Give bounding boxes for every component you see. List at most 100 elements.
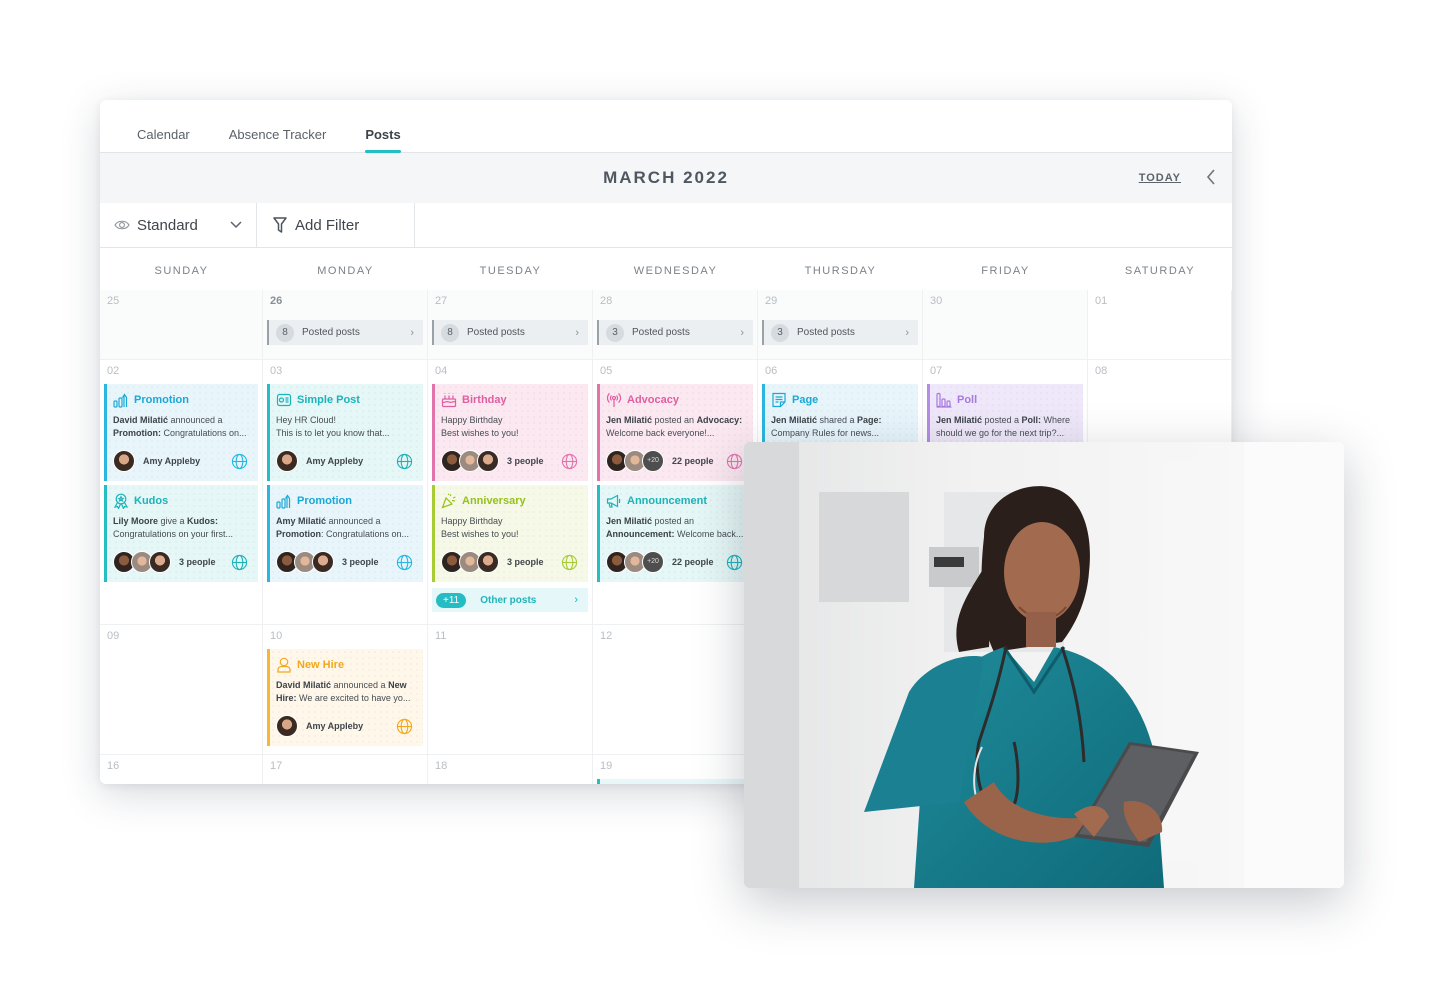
award-ribbon-icon	[113, 493, 129, 509]
avatar	[477, 450, 499, 472]
posted-posts-button[interactable]: 8 Posted posts ›	[267, 320, 423, 345]
weekday-saturday: SATURDAY	[1124, 265, 1196, 277]
day-cell[interactable]: 25	[100, 290, 263, 360]
day-number: 01	[1095, 295, 1108, 307]
today-button[interactable]: TODAY	[1139, 172, 1181, 184]
avatar	[276, 450, 298, 472]
globe-icon[interactable]	[726, 554, 743, 571]
post-type: Announcement	[627, 495, 708, 507]
post-summary: Jen Milatić posted an Advocacy: Welcome …	[606, 415, 743, 438]
audience-count: 22 people	[672, 557, 714, 567]
post-type: Promotion	[297, 495, 352, 507]
posted-posts-button[interactable]: 3 Posted posts ›	[597, 320, 753, 345]
day-number: 11	[435, 630, 447, 642]
avatar	[312, 551, 334, 573]
day-cell[interactable]: 16	[100, 755, 263, 784]
post-card-promotion[interactable]: Promotion Amy Milatić announced a Promot…	[267, 485, 423, 582]
day-cell[interactable]: 05 Advocacy Jen Milatić posted an Advoca…	[593, 360, 758, 625]
globe-icon[interactable]	[561, 453, 578, 470]
day-cell[interactable]: 01	[1088, 290, 1232, 360]
chevron-down-icon	[230, 221, 242, 229]
audience-count: 3 people	[507, 557, 544, 567]
day-number: 19	[600, 760, 613, 772]
add-filter-button[interactable]: Add Filter	[257, 203, 415, 247]
day-number: 28	[600, 295, 613, 307]
globe-icon[interactable]	[231, 554, 248, 571]
post-summary: Jen Milatić posted an Announcement: Welc…	[606, 516, 744, 539]
post-summary: Amy Milatić announced a Promotion: Congr…	[276, 516, 410, 539]
tab-bar: Calendar Absence Tracker Posts	[100, 100, 1232, 153]
view-select-value: Standard	[137, 216, 198, 234]
day-cell[interactable]: 02 Promotion David Milatić announced a P…	[100, 360, 263, 625]
post-summary: Happy Birthday Best wishes to you!	[441, 516, 519, 539]
weekday-wednesday: WEDNESDAY	[633, 265, 718, 277]
view-select[interactable]: Standard	[100, 203, 257, 247]
day-cell[interactable]: 28 3 Posted posts ›	[593, 290, 758, 360]
nurse-photo	[744, 442, 1344, 888]
globe-icon[interactable]	[396, 554, 413, 571]
globe-icon[interactable]	[561, 554, 578, 571]
day-number: 04	[435, 365, 448, 377]
day-cell[interactable]: 09	[100, 625, 263, 755]
recipient-name: Amy Appleby	[143, 456, 201, 466]
tab-posts[interactable]: Posts	[365, 127, 402, 153]
globe-icon[interactable]	[396, 718, 413, 735]
tab-absence-tracker[interactable]: Absence Tracker	[229, 127, 327, 152]
posted-posts-button[interactable]: 8 Posted posts ›	[432, 320, 588, 345]
post-summary: David Milatić announced a New Hire: We a…	[276, 680, 411, 703]
post-card-birthday[interactable]: Birthday Happy Birthday Best wishes to yo…	[432, 384, 588, 481]
posted-posts-button[interactable]: 3 Posted posts ›	[762, 320, 918, 345]
add-filter-label: Add Filter	[295, 216, 360, 234]
post-summary: Jen Milatić posted a Poll: Where should …	[936, 415, 1071, 438]
day-cell[interactable]: 04 Birthday Happy Birthday Best wishes to…	[428, 360, 593, 625]
globe-icon[interactable]	[231, 453, 248, 470]
day-number: 07	[930, 365, 943, 377]
post-summary: David Milatić announced a Promotion: Con…	[113, 415, 247, 438]
day-number: 03	[270, 365, 283, 377]
day-cell[interactable]: 30	[923, 290, 1088, 360]
globe-icon[interactable]	[726, 453, 743, 470]
cake-icon	[441, 393, 457, 408]
more-avatars-badge: +20	[642, 551, 664, 573]
day-number: 29	[765, 295, 778, 307]
post-card-partial[interactable]	[597, 779, 753, 784]
day-number: 12	[600, 630, 613, 642]
tab-calendar[interactable]: Calendar	[137, 127, 190, 152]
day-cell[interactable]: 11	[428, 625, 593, 755]
post-summary: Happy Birthday Best wishes to you!	[441, 415, 519, 438]
post-card-promotion[interactable]: Promotion David Milatić announced a Prom…	[104, 384, 258, 481]
day-number: 26	[270, 295, 283, 307]
day-cell[interactable]: 12	[593, 625, 758, 755]
day-number: 17	[270, 760, 283, 772]
nurse-illustration	[744, 442, 1344, 888]
day-number: 30	[930, 295, 943, 307]
day-number: 08	[1095, 365, 1108, 377]
day-cell[interactable]: 19	[593, 755, 758, 784]
other-posts-label: Other posts	[480, 594, 537, 606]
day-cell[interactable]: 29 3 Posted posts ›	[758, 290, 923, 360]
bar-poll-icon	[936, 392, 952, 408]
posted-label: Posted posts	[797, 327, 855, 338]
post-card-announcement[interactable]: Announcement Jen Milatić posted an Annou…	[597, 485, 753, 582]
post-card-kudos[interactable]: Kudos Lily Moore give a Kudos: Congratul…	[104, 485, 258, 582]
other-posts-button[interactable]: +11 Other posts ›	[432, 588, 588, 612]
day-cell[interactable]: 03 Simple Post Hey HR Cloud! This is to l…	[263, 360, 428, 625]
post-card-anniversary[interactable]: Anniversary Happy Birthday Best wishes to…	[432, 485, 588, 582]
chevron-left-icon[interactable]	[1204, 168, 1218, 186]
post-card-new-hire[interactable]: New Hire David Milatić announced a New H…	[267, 649, 423, 746]
day-cell[interactable]: 26 8 Posted posts ›	[263, 290, 428, 360]
broadcast-icon	[606, 393, 622, 407]
day-cell[interactable]: 10 New Hire David Milatić announced a Ne…	[263, 625, 428, 755]
globe-icon[interactable]	[396, 453, 413, 470]
posted-count: 3	[771, 323, 789, 342]
day-cell[interactable]: 17	[263, 755, 428, 784]
post-card-simple-post[interactable]: Simple Post Hey HR Cloud! This is to let …	[267, 384, 423, 481]
posted-label: Posted posts	[632, 327, 690, 338]
avatar	[477, 551, 499, 573]
day-cell[interactable]: 18	[428, 755, 593, 784]
user-outline-icon	[277, 657, 291, 673]
audience-count: 22 people	[672, 456, 714, 466]
post-card-advocacy[interactable]: Advocacy Jen Milatić posted an Advocacy:…	[597, 384, 753, 481]
day-cell[interactable]: 27 8 Posted posts ›	[428, 290, 593, 360]
recipient-name: Amy Appleby	[306, 456, 364, 466]
